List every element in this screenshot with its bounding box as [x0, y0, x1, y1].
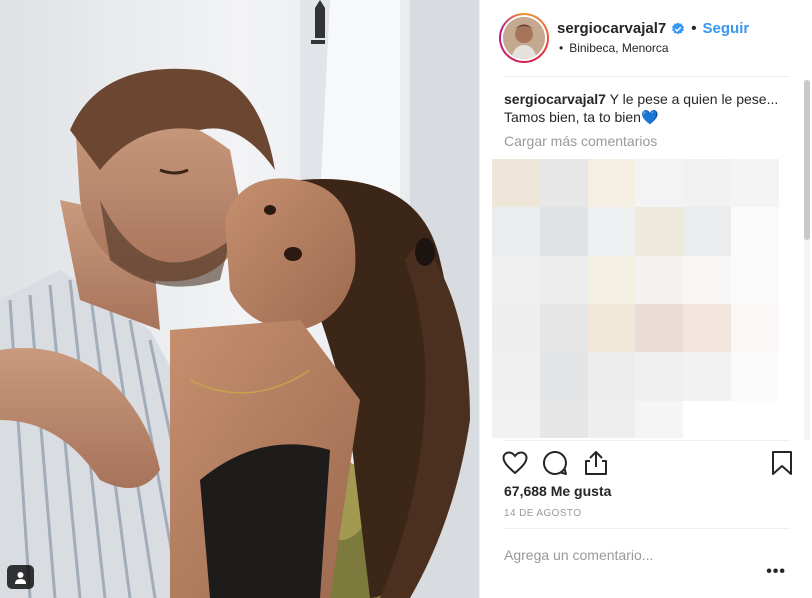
post-side-panel: sergiocarvajal7 • Seguir • Binibeca, Meno… — [479, 0, 812, 598]
story-ring[interactable] — [499, 13, 549, 63]
caption-username[interactable]: sergiocarvajal7 — [504, 91, 606, 107]
bookmark-icon — [772, 451, 792, 475]
verified-badge-icon — [671, 22, 685, 36]
actions-divider — [503, 440, 790, 441]
pixelated-comments — [492, 159, 779, 438]
avatar[interactable] — [503, 17, 545, 59]
header-username[interactable]: sergiocarvajal7 — [557, 20, 666, 37]
load-more-comments-link[interactable]: Cargar más comentarios — [504, 133, 657, 149]
location-link[interactable]: • Binibeca, Menorca — [559, 41, 669, 55]
like-button[interactable] — [501, 449, 529, 477]
comments-area[interactable]: sergiocarvajal7 Y le pese a quien le pes… — [480, 77, 812, 438]
save-button[interactable] — [768, 449, 796, 477]
comment-divider — [503, 528, 790, 529]
scrollbar-thumb[interactable] — [804, 80, 810, 240]
blue-heart-emoji: 💙 — [640, 109, 659, 125]
user-tag-button[interactable] — [7, 565, 34, 589]
location-label: Binibeca, Menorca — [569, 41, 669, 55]
share-button[interactable] — [582, 449, 610, 477]
separator-dot: • — [691, 20, 697, 37]
post-photo[interactable] — [0, 0, 479, 598]
location-bullet: • — [559, 41, 564, 55]
post-header: sergiocarvajal7 • Seguir • Binibeca, Meno… — [480, 0, 812, 76]
heart-icon — [502, 451, 528, 475]
add-comment-input[interactable] — [504, 547, 744, 563]
caption: sergiocarvajal7 Y le pese a quien le pes… — [504, 90, 784, 126]
couple-photo — [0, 0, 479, 598]
follow-button[interactable]: Seguir — [703, 20, 750, 37]
post-date[interactable]: 14 DE AGOSTO — [504, 508, 581, 519]
action-bar — [480, 442, 812, 482]
share-icon — [585, 451, 607, 475]
more-options-button[interactable]: ••• — [766, 563, 786, 581]
likes-count[interactable]: 67,688 Me gusta — [504, 483, 611, 499]
user-tag-icon — [15, 571, 26, 584]
comment-button[interactable] — [541, 449, 569, 477]
comment-icon — [543, 450, 567, 475]
